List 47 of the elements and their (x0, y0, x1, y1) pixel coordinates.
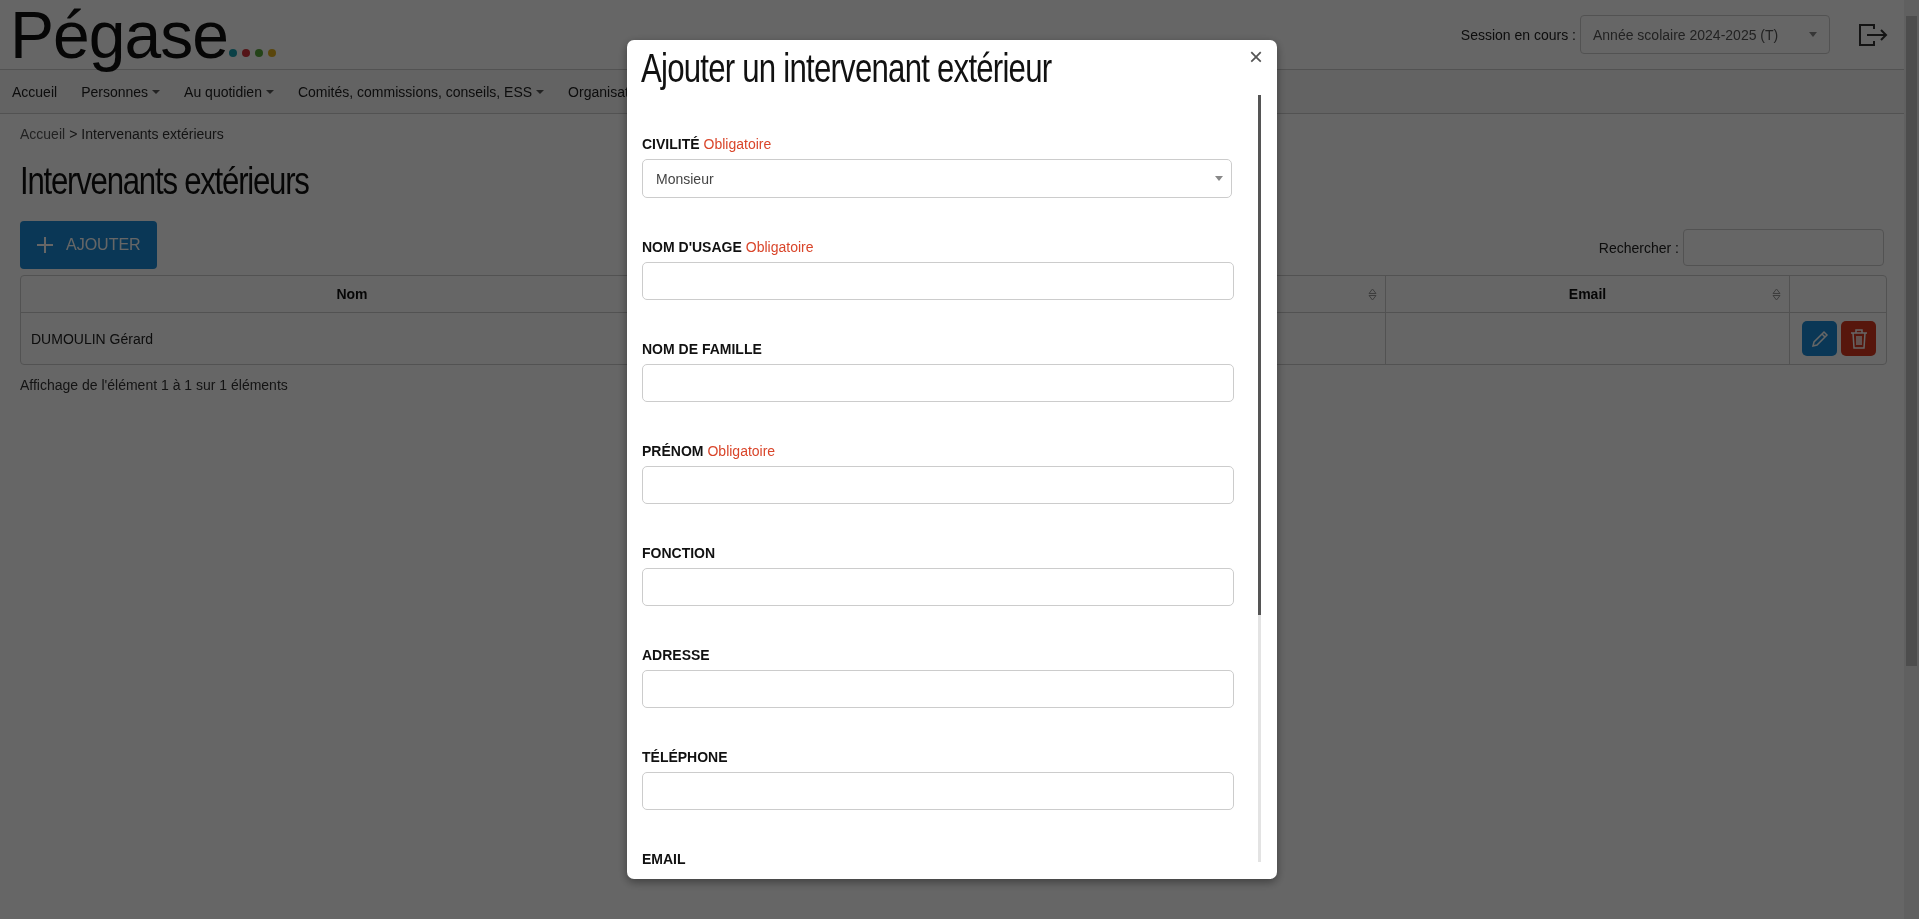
modal-scrollbar[interactable] (1258, 95, 1261, 862)
session-select[interactable]: Année scolaire 2024-2025 (T) (1580, 15, 1830, 54)
page-title: Intervenants extérieurs (20, 160, 309, 203)
breadcrumb-link[interactable]: Accueil (20, 126, 66, 142)
field-label: FONCTION (642, 545, 716, 561)
nav-menu-item[interactable]: Accueil (0, 83, 70, 100)
required-label: Obligatoire (703, 136, 772, 152)
text-field[interactable] (642, 772, 1234, 810)
session-label: Session en cours : (1460, 26, 1576, 43)
table-info: Affichage de l'élément 1 à 1 sur 1 éléments (20, 377, 289, 393)
breadcrumb-separator: > (69, 126, 78, 142)
nav-menu-item[interactable]: Comités, commissions, conseils, ESS (285, 83, 557, 100)
text-field[interactable] (642, 568, 1234, 606)
text-field[interactable] (642, 262, 1234, 300)
modal-title: Ajouter un intervenant extérieur (641, 45, 1052, 92)
required-label: Obligatoire (745, 239, 814, 255)
logout-icon[interactable] (1858, 22, 1888, 47)
field-label: PRÉNOM (642, 443, 704, 459)
trash-icon (1849, 328, 1868, 349)
dots-icon (227, 47, 278, 58)
sort-icon[interactable] (1368, 288, 1377, 301)
delete-button[interactable] (1841, 321, 1876, 356)
sort-icon[interactable] (1772, 288, 1781, 301)
column-header[interactable]: Email (1386, 276, 1790, 313)
pencil-icon (1810, 329, 1829, 348)
field-label: EMAIL (642, 851, 686, 867)
field-label: TÉLÉPHONE (642, 749, 728, 765)
text-field[interactable] (642, 364, 1234, 402)
nav-menu-item[interactable]: Personnes (69, 83, 173, 100)
field-label: CIVILITÉ (642, 136, 700, 152)
page-scrollbar[interactable] (1904, 0, 1919, 919)
required-label: Obligatoire (707, 443, 776, 459)
nav-menu-item[interactable]: Au quotidien (172, 83, 286, 100)
add-button[interactable]: AJOUTER (20, 221, 157, 269)
caret-icon (1215, 176, 1223, 181)
civility-select[interactable]: Monsieur (642, 159, 1232, 198)
field-label: NOM D'USAGE (642, 239, 742, 255)
field-label: ADRESSE (642, 647, 710, 663)
breadcrumb-current: Intervenants extérieurs (81, 126, 224, 142)
edit-button[interactable] (1802, 321, 1837, 356)
text-field[interactable] (642, 670, 1234, 708)
close-button[interactable]: × (1245, 44, 1267, 70)
search-label: Rechercher : (1598, 239, 1679, 256)
caret-icon (1809, 32, 1817, 37)
field-label: NOM DE FAMILLE (642, 341, 762, 357)
text-field[interactable] (642, 466, 1234, 504)
plus-icon (36, 236, 54, 254)
